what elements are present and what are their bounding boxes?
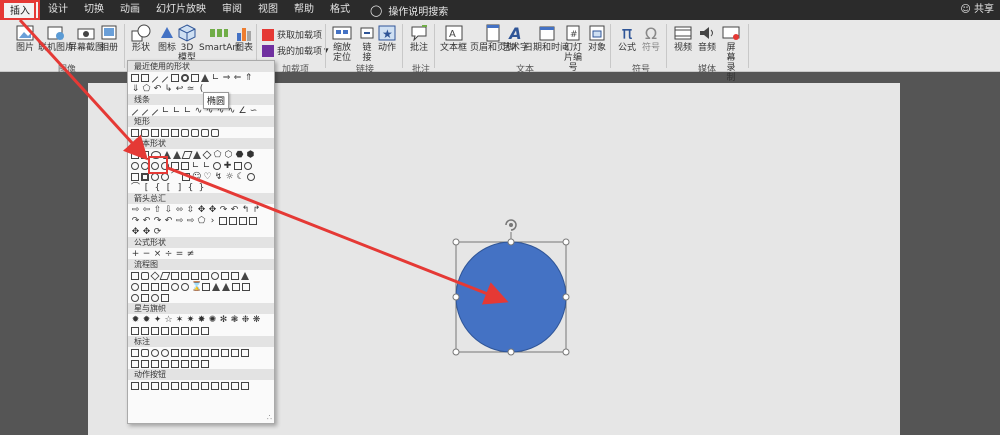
arrow-oval-to-circle bbox=[167, 166, 509, 305]
arrow-insert-to-oval bbox=[18, 18, 149, 161]
annotation-arrows bbox=[18, 18, 509, 305]
